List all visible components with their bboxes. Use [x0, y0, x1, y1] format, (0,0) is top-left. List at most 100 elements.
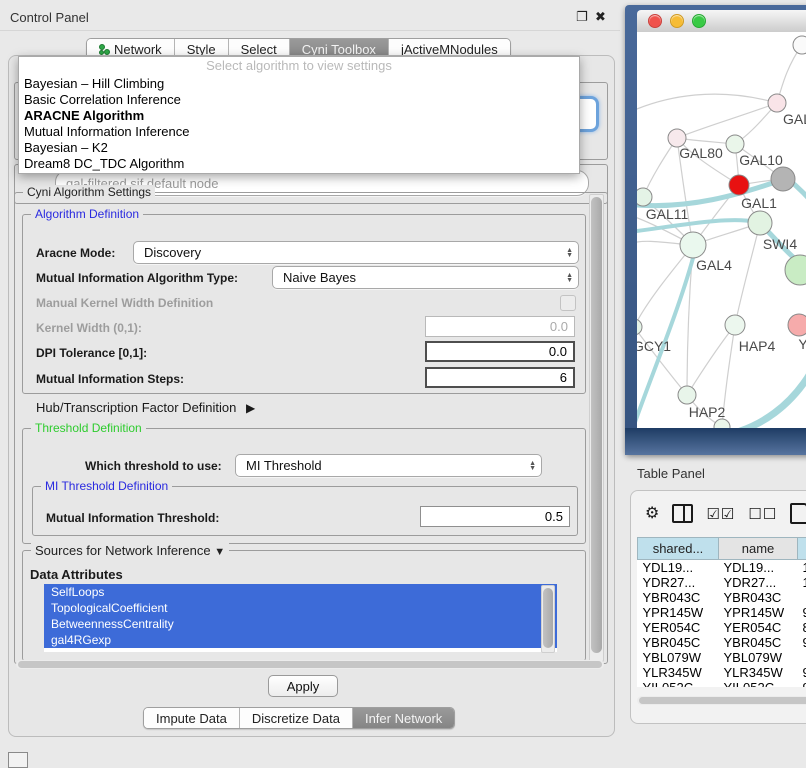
- algorithm-popup-item[interactable]: ARACNE Algorithm: [19, 108, 579, 124]
- network-node-gal10[interactable]: [726, 135, 744, 153]
- data-attribute-item[interactable]: gal4RGexp: [44, 632, 557, 648]
- column-header-shared[interactable]: shared...: [638, 538, 719, 560]
- table-cell[interactable]: YER054C: [719, 620, 798, 635]
- network-node-gal1[interactable]: [729, 175, 749, 195]
- network-edge[interactable]: [735, 223, 760, 325]
- table-row[interactable]: YIL052CYIL052C9: [638, 680, 806, 687]
- network-view-window[interactable]: GALGAL80GAL10GAL1GAL11SWI4GAL4GCY1HAP4YH…: [625, 5, 806, 455]
- unselect-all-columns-icon[interactable]: ☐☐: [748, 505, 777, 523]
- table-cell[interactable]: 9.: [798, 635, 806, 650]
- split-column-icon[interactable]: [672, 504, 693, 523]
- table-cell[interactable]: YPR145W: [638, 605, 719, 620]
- attribute-list-scrollbar[interactable]: [541, 585, 555, 653]
- table-row[interactable]: YER054CYER054C8.: [638, 620, 806, 635]
- table-row[interactable]: YBL079WYBL079W: [638, 650, 806, 665]
- document-icon[interactable]: [790, 503, 806, 524]
- table-row[interactable]: YDL19...YDL19...13: [638, 560, 806, 576]
- network-node[interactable]: [771, 167, 795, 191]
- table-cell[interactable]: YIL052C: [638, 680, 719, 687]
- tab-discretize-data[interactable]: Discretize Data: [240, 708, 353, 728]
- hub-definition-toggle[interactable]: Hub/Transcription Factor Definition ▶: [36, 400, 255, 415]
- network-node-y[interactable]: [788, 314, 806, 336]
- tab-infer-network[interactable]: Infer Network: [353, 708, 454, 728]
- sources-group-title[interactable]: Sources for Network Inference ▼: [31, 543, 229, 558]
- table-cell[interactable]: YDL19...: [638, 560, 719, 576]
- table-row[interactable]: YBR045CYBR045C9.: [638, 635, 806, 650]
- table-cell[interactable]: YIL052C: [719, 680, 798, 687]
- network-node-gal11[interactable]: [637, 188, 652, 206]
- panel-corner-button[interactable]: [8, 752, 28, 768]
- data-attributes-list[interactable]: SelfLoopsTopologicalCoefficientBetweenne…: [44, 584, 557, 652]
- table-cell[interactable]: YLR345W: [638, 665, 719, 680]
- table-cell[interactable]: YBR043C: [719, 590, 798, 605]
- network-window-titlebar[interactable]: [637, 10, 806, 33]
- network-node-gal4[interactable]: [680, 232, 706, 258]
- table-cell[interactable]: YPR145W: [719, 605, 798, 620]
- mi-algorithm-type-combo[interactable]: Naive Bayes ▲▼: [272, 266, 579, 289]
- network-canvas[interactable]: GALGAL80GAL10GAL1GAL11SWI4GAL4GCY1HAP4YH…: [637, 32, 806, 428]
- column-header-name[interactable]: name: [719, 538, 798, 560]
- table-hscrollbar[interactable]: [637, 696, 806, 705]
- data-attribute-item[interactable]: BetweennessCentrality: [44, 616, 557, 632]
- settings-hscrollbar[interactable]: [16, 660, 604, 669]
- network-node[interactable]: [714, 419, 730, 428]
- table-cell[interactable]: YBL079W: [719, 650, 798, 665]
- window-close-button[interactable]: [648, 14, 662, 28]
- float-panel-icon[interactable]: ❐: [576, 9, 588, 25]
- gear-icon[interactable]: ⚙: [645, 506, 659, 522]
- table-cell[interactable]: 9: [798, 680, 806, 687]
- table-cell[interactable]: 8.: [798, 620, 806, 635]
- table-cell[interactable]: YDR27...: [719, 575, 798, 590]
- network-node[interactable]: [793, 36, 806, 54]
- table-cell[interactable]: 9.: [798, 605, 806, 620]
- table-cell[interactable]: YBR045C: [719, 635, 798, 650]
- table-cell[interactable]: YBL079W: [638, 650, 719, 665]
- network-node-gcy1[interactable]: [637, 319, 642, 335]
- tab-impute-data[interactable]: Impute Data: [144, 708, 240, 728]
- settings-scrollbar[interactable]: [589, 194, 604, 662]
- network-node-hap2[interactable]: [678, 386, 696, 404]
- network-edge[interactable]: [687, 325, 735, 395]
- network-edge[interactable]: [643, 138, 677, 197]
- algorithm-popup-item[interactable]: Basic Correlation Inference: [19, 92, 579, 108]
- network-edge[interactable]: [637, 94, 777, 111]
- which-threshold-combo[interactable]: MI Threshold ▲▼: [235, 454, 542, 477]
- table-row[interactable]: YBR043CYBR043C: [638, 590, 806, 605]
- dpi-tolerance-field[interactable]: 0.0: [425, 341, 575, 362]
- close-panel-icon[interactable]: ✖: [595, 9, 606, 25]
- table-cell[interactable]: 13: [798, 560, 806, 576]
- network-node-hap4[interactable]: [725, 315, 745, 335]
- table-cell[interactable]: 9.: [798, 665, 806, 680]
- network-graph[interactable]: GALGAL80GAL10GAL1GAL11SWI4GAL4GCY1HAP4YH…: [637, 32, 806, 428]
- table-cell[interactable]: YBR045C: [638, 635, 719, 650]
- algorithm-popup-item[interactable]: Dream8 DC_TDC Algorithm: [19, 156, 579, 172]
- network-node[interactable]: [785, 255, 806, 285]
- table-cell[interactable]: 12: [798, 575, 806, 590]
- mi-threshold-field[interactable]: 0.5: [420, 506, 570, 527]
- data-attribute-item[interactable]: TopologicalCoefficient: [44, 600, 557, 616]
- table-row[interactable]: YPR145WYPR145W9.: [638, 605, 806, 620]
- table-cell[interactable]: YDL19...: [719, 560, 798, 576]
- network-node-gal[interactable]: [768, 94, 786, 112]
- kernel-width-field[interactable]: 0.0: [425, 316, 575, 337]
- algorithm-popup-item[interactable]: Mutual Information Inference: [19, 124, 579, 140]
- manual-kernel-width-checkbox[interactable]: [560, 295, 576, 311]
- table-cell[interactable]: YER054C: [638, 620, 719, 635]
- data-attribute-item[interactable]: SelfLoops: [44, 584, 557, 600]
- window-minimize-button[interactable]: [670, 14, 684, 28]
- table-row[interactable]: YDR27...YDR27...12: [638, 575, 806, 590]
- table-cell[interactable]: YDR27...: [638, 575, 719, 590]
- table-row[interactable]: YLR345WYLR345W9.: [638, 665, 806, 680]
- mi-steps-field[interactable]: 6: [425, 367, 575, 388]
- select-all-columns-icon[interactable]: ☑☑: [706, 505, 735, 523]
- table-cell[interactable]: YLR345W: [719, 665, 798, 680]
- algorithm-popup-item[interactable]: Bayesian – Hill Climbing: [19, 76, 579, 92]
- table-cell[interactable]: [798, 650, 806, 665]
- window-zoom-button[interactable]: [692, 14, 706, 28]
- aracne-mode-combo[interactable]: Discovery ▲▼: [133, 241, 579, 264]
- apply-button[interactable]: Apply: [268, 675, 338, 697]
- column-header-extra[interactable]: [798, 538, 806, 560]
- table-cell[interactable]: YBR043C: [638, 590, 719, 605]
- network-edge-thick[interactable]: [722, 372, 806, 428]
- network-node-swi4[interactable]: [748, 211, 772, 235]
